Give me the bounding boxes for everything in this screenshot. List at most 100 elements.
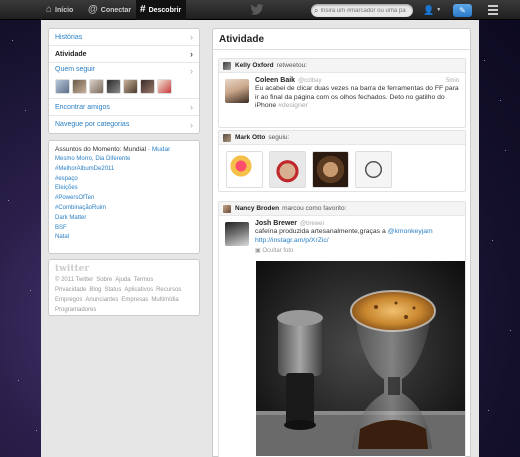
trend-item[interactable]: #PowersOfTen — [55, 194, 193, 204]
avatar[interactable] — [269, 151, 306, 188]
twitter-logo: twitter — [55, 264, 90, 274]
tweet-text: Eu acabei de clicar duas vezes na barra … — [255, 85, 459, 111]
change-trends-link[interactable]: Mudar — [152, 146, 170, 153]
tweet-author-handle[interactable]: @colbay — [298, 78, 321, 84]
trend-item[interactable]: Mesmo Morro, Dia Diferente — [55, 155, 193, 165]
home-icon: ⌂ — [46, 4, 53, 15]
tweet-author-name[interactable]: Josh Brewer — [255, 220, 297, 227]
sidebar-item-label: Atividade — [55, 50, 87, 58]
footer-link[interactable]: Programadores — [55, 307, 96, 313]
top-navigation-bar: ⌂ Início @ Conectar # Descobrir ⌕ 👤 ▼ ✎ — [0, 0, 520, 20]
footer-link[interactable]: Empregos — [55, 297, 82, 303]
trend-item[interactable]: Eleições — [55, 184, 193, 194]
footer-link[interactable]: Privacidade — [55, 287, 86, 293]
avatar[interactable] — [89, 79, 104, 94]
who-to-follow-label: Quem seguir — [55, 66, 96, 73]
chevron-right-icon: › — [190, 102, 193, 112]
activity-actor[interactable]: Nancy Broden — [235, 205, 279, 212]
activity-actor[interactable]: Kelly Oxford — [235, 62, 274, 69]
user-menu[interactable]: 👤 ▼ — [423, 4, 441, 16]
avatar[interactable] — [223, 204, 231, 213]
activity-header: Nancy Broden marcou como favorito: — [219, 202, 465, 216]
activity-action: marcou como favorito: — [282, 205, 347, 212]
nav-connect-label: Conectar — [100, 6, 132, 14]
chevron-right-icon: › — [190, 66, 193, 76]
tweet-author-handle[interactable]: @brewer — [300, 221, 324, 227]
who-to-follow[interactable]: Quem seguir › — [49, 63, 199, 99]
footer-link[interactable]: Status — [104, 287, 121, 293]
avatar[interactable] — [123, 79, 138, 94]
compose-tweet-button[interactable]: ✎ — [453, 4, 472, 17]
footer-link[interactable]: Ajuda — [115, 277, 130, 283]
footer-link[interactable]: Aplicativos — [124, 287, 153, 293]
mention-link[interactable]: @kmonkeyjam — [388, 228, 433, 235]
sidebar-item-encontrar-amigos[interactable]: Encontrar amigos › — [49, 99, 199, 116]
trend-item[interactable]: Natal — [55, 233, 193, 243]
photo-icon: ▣ — [255, 248, 261, 254]
avatar[interactable] — [225, 79, 249, 103]
chevron-right-icon: › — [190, 119, 193, 130]
trend-item[interactable]: #MelhorAlbumDe2011 — [55, 165, 193, 175]
avatar[interactable] — [72, 79, 87, 94]
avatar[interactable] — [157, 79, 172, 94]
chevron-right-icon: › — [190, 49, 193, 59]
avatar[interactable] — [140, 79, 155, 94]
footer-copyright: © 2011 Twitter — [55, 277, 94, 283]
trends-title-text: Assuntos do Momento: Mundial — [55, 146, 147, 153]
search-box[interactable]: ⌕ — [311, 4, 413, 17]
hide-photo-toggle[interactable]: ▣ Ocultar foto — [255, 247, 459, 254]
twitter-bird-icon[interactable] — [250, 4, 264, 15]
tweet-timestamp[interactable]: 5min — [446, 78, 459, 84]
activity-action: seguiu: — [268, 134, 290, 141]
sidebar-menu: Histórias › Atividade › Quem seguir › En… — [48, 28, 200, 134]
hide-photo-label: Ocultar foto — [262, 248, 294, 254]
avatar[interactable] — [225, 222, 249, 246]
menu-icon[interactable] — [488, 5, 498, 17]
followed-users — [219, 145, 465, 194]
activity-header: Kelly Oxford retweetou: — [219, 59, 465, 73]
avatar[interactable] — [226, 151, 263, 188]
sidebar-item-label: Histórias — [55, 33, 83, 41]
avatar[interactable] — [312, 151, 349, 188]
avatar[interactable] — [355, 151, 392, 188]
chevron-down-icon: ▼ — [436, 7, 442, 13]
trend-item[interactable]: #espaço — [55, 175, 193, 185]
at-icon: @ — [88, 4, 98, 15]
activity-actor[interactable]: Mark Otto — [235, 134, 265, 141]
tweet[interactable]: Coleen Baik @colbay 5min Eu acabei de cl… — [219, 73, 465, 115]
avatar[interactable] — [55, 79, 70, 94]
sidebar-item-historias[interactable]: Histórias › — [49, 29, 199, 46]
chevron-right-icon: › — [190, 32, 193, 42]
sidebar-item-label: Encontrar amigos — [55, 103, 110, 111]
nav-home[interactable]: ⌂ Início — [46, 0, 73, 20]
nav-discover[interactable]: # Descobrir — [136, 0, 186, 20]
sidebar-item-categorias[interactable]: Navegue por categorias › — [49, 116, 199, 133]
sidebar-item-label: Navegue por categorias — [55, 121, 130, 128]
footer-link[interactable]: Termos — [134, 277, 154, 283]
tweet-author-name[interactable]: Coleen Baik — [255, 77, 295, 84]
trend-item[interactable]: #CombinaçãoRuim — [55, 204, 193, 214]
footer-link[interactable]: Blog — [89, 287, 101, 293]
avatar[interactable] — [223, 133, 231, 142]
trend-item[interactable]: BSF — [55, 224, 193, 234]
search-icon: ⌕ — [314, 5, 319, 15]
footer-link[interactable]: Empresas — [121, 297, 148, 303]
nav-connect[interactable]: @ Conectar — [88, 0, 131, 20]
footer-link[interactable]: Recursos — [156, 287, 181, 293]
user-icon: 👤 — [423, 4, 435, 15]
footer-link[interactable]: Multimídia — [151, 297, 178, 303]
photo-link[interactable]: http://instagr.am/p/XrZic/ — [255, 237, 329, 244]
footer-link[interactable]: Anunciantes — [85, 297, 118, 303]
tweet-text: cafeína produzida artesanalmente,graças … — [255, 228, 459, 245]
footer-link[interactable]: Sobre — [96, 277, 112, 283]
tweet[interactable]: Josh Brewer @brewer cafeína produzida ar… — [219, 216, 465, 258]
avatar[interactable] — [223, 61, 231, 70]
search-input[interactable] — [320, 7, 407, 14]
activity-item-favorite: Nancy Broden marcou como favorito: Josh … — [218, 201, 466, 457]
sidebar-item-atividade[interactable]: Atividade › — [49, 46, 199, 63]
trend-item[interactable]: Dark Matter — [55, 214, 193, 224]
tweet-photo[interactable] — [256, 261, 465, 456]
hashtag-link[interactable]: #designer — [278, 102, 308, 109]
page-title: Atividade — [213, 29, 470, 50]
avatar[interactable] — [106, 79, 121, 94]
